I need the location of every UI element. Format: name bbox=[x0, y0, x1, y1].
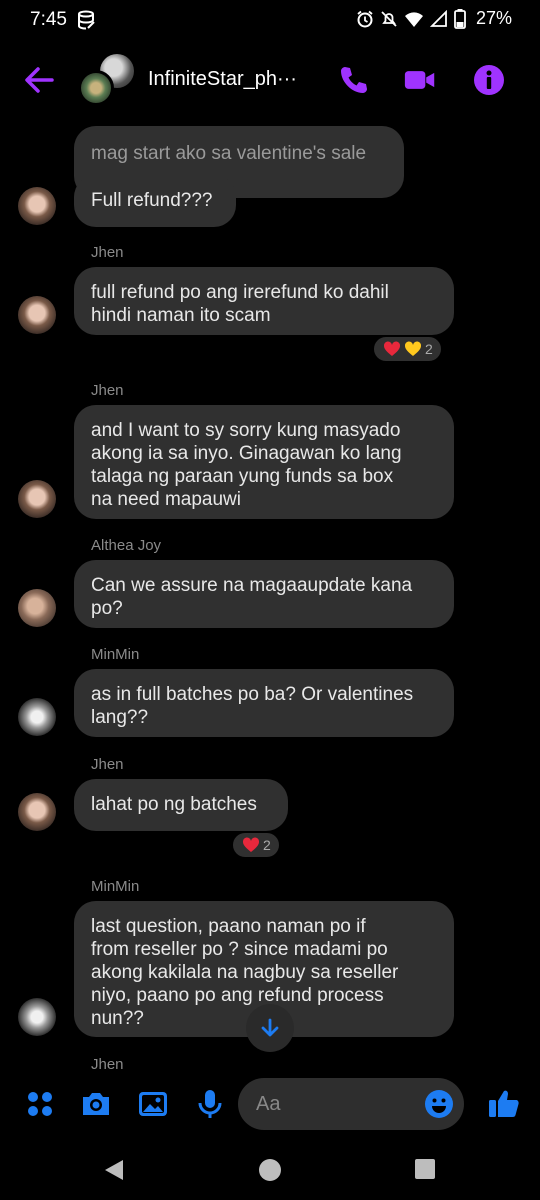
message-bubble[interactable]: Can we assure na magaaupdate kana po? bbox=[74, 560, 454, 628]
notifications-off-icon bbox=[381, 10, 397, 27]
sender-name: Jhen bbox=[91, 1056, 124, 1070]
gallery-icon[interactable] bbox=[137, 1088, 169, 1120]
message-line: from reseller po ? since madami po bbox=[91, 939, 388, 960]
signal-icon bbox=[429, 9, 447, 27]
thumbs-up-icon[interactable] bbox=[487, 1086, 521, 1120]
reaction-badge[interactable]: 2 bbox=[231, 831, 281, 859]
message-line: and I want to sy sorry kung masyado bbox=[91, 420, 401, 441]
message-line: last question, paano naman po if bbox=[91, 916, 366, 937]
camera-icon[interactable] bbox=[80, 1088, 112, 1120]
message-bubble[interactable]: lahat po ng batches bbox=[74, 779, 288, 831]
sender-name: Althea Joy bbox=[91, 537, 162, 554]
nav-home-icon[interactable] bbox=[258, 1158, 282, 1182]
back-arrow-icon[interactable] bbox=[22, 64, 56, 96]
message-line: akong ia sa inyo. Ginagawan ko lang bbox=[91, 443, 402, 464]
message-line: lang?? bbox=[91, 707, 149, 728]
message-line: lahat po ng batches bbox=[91, 794, 257, 815]
avatar[interactable] bbox=[18, 698, 56, 736]
contact-name[interactable]: InfiniteStar_ph··· bbox=[148, 68, 297, 91]
message-input[interactable] bbox=[256, 1090, 406, 1118]
avatar-primary bbox=[78, 70, 114, 106]
info-icon[interactable] bbox=[473, 64, 505, 96]
chat-header: InfiniteStar_ph··· bbox=[0, 40, 540, 120]
sender-name: Jhen bbox=[91, 382, 124, 399]
message-line: hindi naman ito scam bbox=[91, 305, 271, 326]
group-avatar[interactable] bbox=[78, 54, 134, 106]
reaction-count: 2 bbox=[425, 341, 433, 357]
sender-name: Jhen bbox=[91, 756, 124, 773]
avatar[interactable] bbox=[18, 793, 56, 831]
red-heart-icon bbox=[242, 837, 260, 852]
reaction-count: 2 bbox=[263, 837, 271, 853]
avatar[interactable] bbox=[18, 998, 56, 1036]
system-nav-bar bbox=[0, 1140, 540, 1200]
arrow-down-icon bbox=[261, 1018, 279, 1037]
status-bar: 7:45 27% bbox=[0, 0, 540, 40]
sender-name: MinMin bbox=[91, 878, 140, 895]
red-heart-icon bbox=[383, 341, 401, 356]
alarm-icon bbox=[357, 10, 373, 27]
wifi-icon bbox=[404, 11, 423, 27]
message-bubble[interactable]: and I want to sy sorry kung masyado akon… bbox=[74, 405, 454, 519]
message-list[interactable]: mag start ako sa valentine's sale Full r… bbox=[0, 120, 540, 1070]
message-line: po? bbox=[91, 598, 123, 619]
message-text: mag start ako sa valentine's sale bbox=[91, 143, 367, 164]
more-actions-icon[interactable] bbox=[24, 1088, 56, 1120]
scroll-to-bottom-button[interactable] bbox=[246, 1004, 294, 1052]
avatar[interactable] bbox=[18, 187, 56, 225]
nav-recents-icon[interactable] bbox=[414, 1158, 436, 1180]
sender-name: Jhen bbox=[91, 244, 124, 261]
avatar[interactable] bbox=[18, 296, 56, 334]
message-composer bbox=[0, 1070, 540, 1140]
message-bubble[interactable]: full refund po ang irerefund ko dahil hi… bbox=[74, 267, 454, 335]
storage-icon bbox=[78, 10, 95, 30]
status-time: 7:45 bbox=[30, 9, 67, 30]
message-line: full refund po ang irerefund ko dahil bbox=[91, 282, 389, 303]
message-line: Can we assure na magaaupdate kana bbox=[91, 575, 413, 596]
avatar[interactable] bbox=[18, 589, 56, 627]
message-bubble[interactable]: as in full batches po ba? Or valentines … bbox=[74, 669, 454, 737]
phone-call-icon[interactable] bbox=[338, 64, 370, 96]
battery-percent: 27% bbox=[475, 8, 512, 28]
video-call-icon[interactable] bbox=[404, 64, 436, 96]
emoji-icon[interactable] bbox=[424, 1089, 454, 1119]
message-bubble[interactable]: Full refund??? bbox=[74, 175, 236, 227]
message-line: na need mapauwi bbox=[91, 489, 241, 510]
message-text: Full refund??? bbox=[91, 190, 213, 211]
microphone-icon[interactable] bbox=[194, 1088, 226, 1120]
message-line: akong kakilala na nagbuy sa reseller bbox=[91, 962, 399, 983]
message-input-box bbox=[238, 1078, 464, 1130]
message-line: as in full batches po ba? Or valentines bbox=[91, 684, 414, 705]
avatar[interactable] bbox=[18, 480, 56, 518]
nav-back-icon[interactable] bbox=[103, 1158, 125, 1182]
sender-name: MinMin bbox=[91, 646, 140, 663]
yellow-heart-icon bbox=[404, 341, 422, 356]
battery-icon bbox=[454, 8, 466, 29]
message-line: talaga ng paraan yung funds sa box bbox=[91, 466, 394, 487]
reaction-badge[interactable]: 2 bbox=[372, 335, 443, 363]
